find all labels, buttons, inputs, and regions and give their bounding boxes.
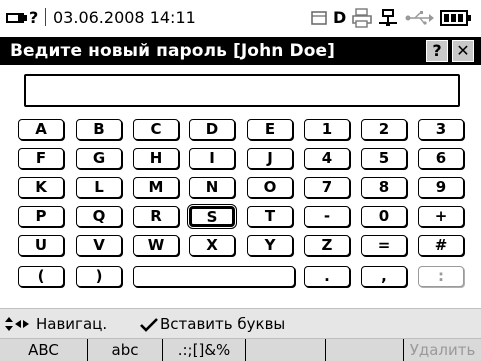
battery-icon: [440, 10, 471, 26]
status-separator: [45, 8, 46, 26]
key-w[interactable]: W: [133, 235, 179, 256]
key-9[interactable]: 9: [418, 177, 464, 198]
date-time: 03.06.2008 14:11: [53, 8, 196, 27]
close-button[interactable]: ✕: [452, 40, 474, 62]
battery-low-icon: [6, 13, 27, 23]
softkey-4[interactable]: [246, 339, 326, 361]
key-f[interactable]: F: [18, 148, 64, 169]
help-button[interactable]: ?: [426, 40, 448, 62]
key-i[interactable]: I: [189, 148, 235, 169]
title-bar: Ведите новый пароль [John Doe] ? ✕: [0, 37, 481, 65]
printer-icon: [352, 8, 372, 28]
key-space[interactable]: [133, 266, 295, 287]
card-icon: [311, 11, 327, 25]
key-k[interactable]: K: [18, 177, 64, 198]
key-b[interactable]: B: [76, 119, 122, 140]
password-dialog: A B C D E 1 2 3 F G H I J 4 5 6 K L M N O 7 8 9 P Q R S T -0 + U V W X Y Z = #…: [0, 65, 481, 308]
key-left-paren[interactable]: (: [18, 266, 64, 287]
key-m[interactable]: M: [133, 177, 179, 198]
key-x[interactable]: X: [189, 235, 235, 256]
key-1[interactable]: 1: [304, 119, 350, 140]
key-7[interactable]: 7: [304, 177, 350, 198]
key-e[interactable]: E: [247, 119, 293, 140]
key-n[interactable]: N: [189, 177, 235, 198]
key-8[interactable]: 8: [361, 177, 407, 198]
key-z[interactable]: Z: [304, 235, 350, 256]
status-bar: ? 03.06.2008 14:11 D: [0, 0, 481, 36]
key-3[interactable]: 3: [418, 119, 464, 140]
key-c[interactable]: C: [133, 119, 179, 140]
navigate-arrows-icon: [5, 317, 29, 331]
key-0[interactable]: 0: [361, 206, 407, 227]
key-comma[interactable]: ,: [361, 266, 407, 287]
key-u[interactable]: U: [18, 235, 64, 256]
key-a[interactable]: A: [18, 119, 64, 140]
on-screen-keyboard: A B C D E 1 2 3 F G H I J 4 5 6 K L M N O 7 8 9 P Q R S T -0 + U V W X Y Z = #…: [0, 65, 481, 308]
drive-letter: D: [333, 8, 347, 27]
status-indicator: ?: [29, 8, 39, 27]
navigate-hint-label: Навигац.: [36, 315, 108, 333]
key-t[interactable]: T: [247, 206, 293, 227]
softkey-lowercase[interactable]: abc: [88, 339, 163, 361]
softkey-5[interactable]: [326, 339, 404, 361]
key-plus[interactable]: +: [418, 206, 464, 227]
key-r[interactable]: R: [133, 206, 179, 227]
network-icon: [379, 9, 397, 26]
checkmark-icon: [140, 318, 158, 332]
key-4[interactable]: 4: [304, 148, 350, 169]
key-o[interactable]: O: [247, 177, 293, 198]
usb-icon: [405, 11, 434, 25]
key-p[interactable]: P: [18, 206, 64, 227]
key-h[interactable]: H: [133, 148, 179, 169]
key-hash[interactable]: #: [418, 235, 464, 256]
key-5[interactable]: 5: [361, 148, 407, 169]
navigation-hint-bar: Навигац. Вставить буквы: [0, 308, 481, 338]
softkey-uppercase[interactable]: ABC: [0, 339, 88, 361]
key-s[interactable]: S: [187, 204, 237, 229]
key-6[interactable]: 6: [418, 148, 464, 169]
dialog-title: Ведите новый пароль [John Doe]: [10, 41, 335, 61]
insert-hint-label: Вставить буквы: [160, 315, 286, 333]
key-equals[interactable]: =: [361, 235, 407, 256]
key-v[interactable]: V: [76, 235, 122, 256]
softkey-delete[interactable]: Удалить: [404, 339, 481, 361]
softkey-symbols[interactable]: .:;[]&%: [163, 339, 246, 361]
key-y[interactable]: Y: [247, 235, 293, 256]
softkey-bar: ABC abc .:;[]&% Удалить: [0, 338, 481, 361]
key-g[interactable]: G: [76, 148, 122, 169]
key-minus[interactable]: -: [304, 206, 350, 227]
key-d[interactable]: D: [189, 119, 235, 140]
key-q[interactable]: Q: [76, 206, 122, 227]
key-2[interactable]: 2: [361, 119, 407, 140]
key-l[interactable]: L: [76, 177, 122, 198]
key-period[interactable]: .: [304, 266, 350, 287]
key-right-paren[interactable]: ): [76, 266, 122, 287]
key-j[interactable]: J: [247, 148, 293, 169]
key-colon[interactable]: :: [418, 266, 464, 287]
